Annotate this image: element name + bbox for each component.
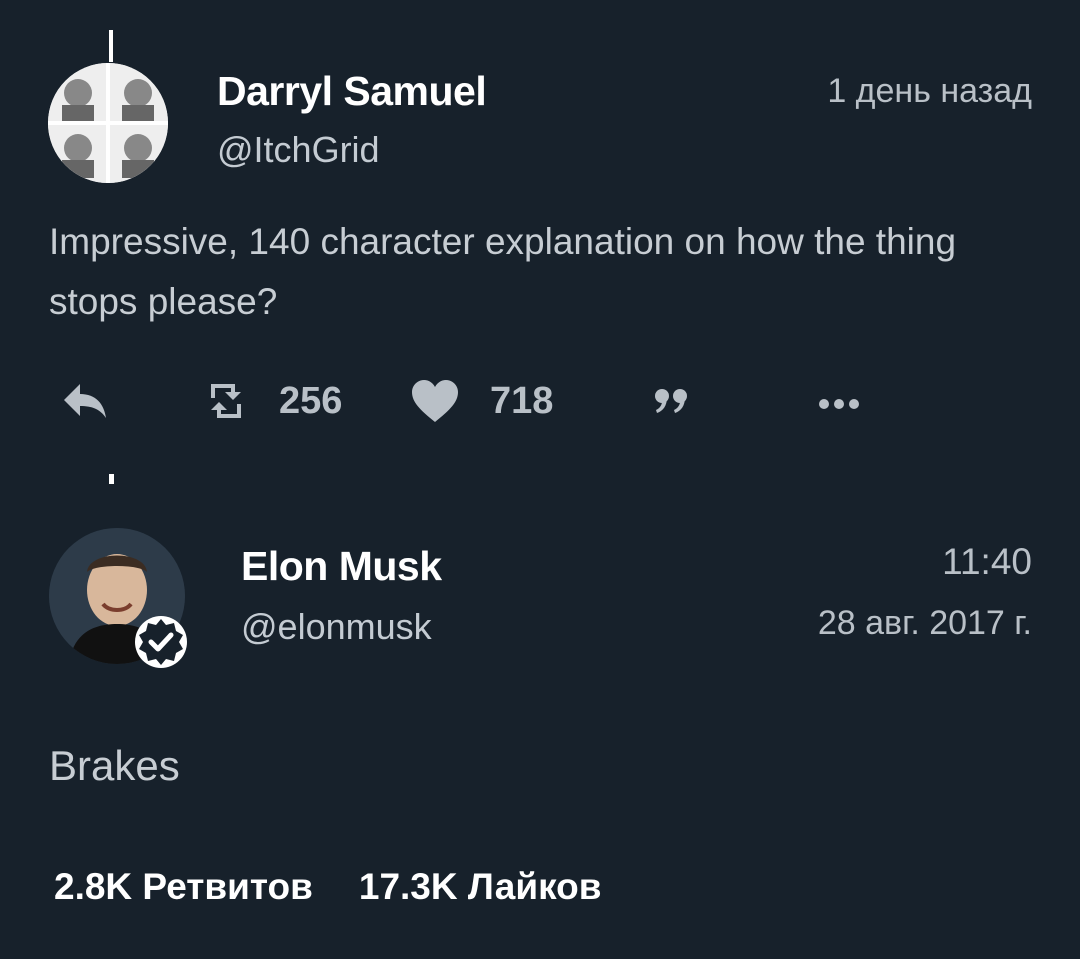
more-icon xyxy=(819,399,859,409)
author-name[interactable]: Elon Musk xyxy=(241,543,442,590)
tweet-time: 1 день назад xyxy=(827,72,1032,110)
retweet-stat[interactable]: 2.8K Ретвитов xyxy=(54,866,313,908)
author-handle[interactable]: @elonmusk xyxy=(241,606,432,648)
like-button[interactable]: 718 xyxy=(410,378,553,424)
thread-connector-dot xyxy=(109,474,114,484)
tweet-stats: 2.8K Ретвитов 17.3K Лайков xyxy=(54,866,601,908)
author-name[interactable]: Darryl Samuel xyxy=(217,68,487,115)
retweet-count: 256 xyxy=(279,379,343,422)
tweet-time: 11:40 xyxy=(942,541,1032,582)
quote-icon xyxy=(655,389,687,413)
like-stat[interactable]: 17.3K Лайков xyxy=(359,866,602,908)
verified-badge-icon xyxy=(135,616,187,668)
author-handle[interactable]: @ItchGrid xyxy=(217,129,380,171)
retweet-icon xyxy=(211,384,241,418)
more-button[interactable] xyxy=(818,398,860,410)
like-count: 718 xyxy=(490,379,554,422)
thread-connector-top xyxy=(109,30,113,62)
heart-icon xyxy=(412,380,458,422)
tweet-date: 28 авг. 2017 г. xyxy=(817,604,1032,642)
quote-button[interactable] xyxy=(654,388,690,414)
reply-icon xyxy=(64,384,106,418)
reply-button[interactable] xyxy=(60,380,110,420)
tweet-text: Impressive, 140 character explanation on… xyxy=(49,221,957,322)
tweet-text: Brakes xyxy=(49,742,180,789)
retweet-button[interactable]: 256 xyxy=(203,378,342,424)
avatar-darryl[interactable] xyxy=(48,63,168,183)
